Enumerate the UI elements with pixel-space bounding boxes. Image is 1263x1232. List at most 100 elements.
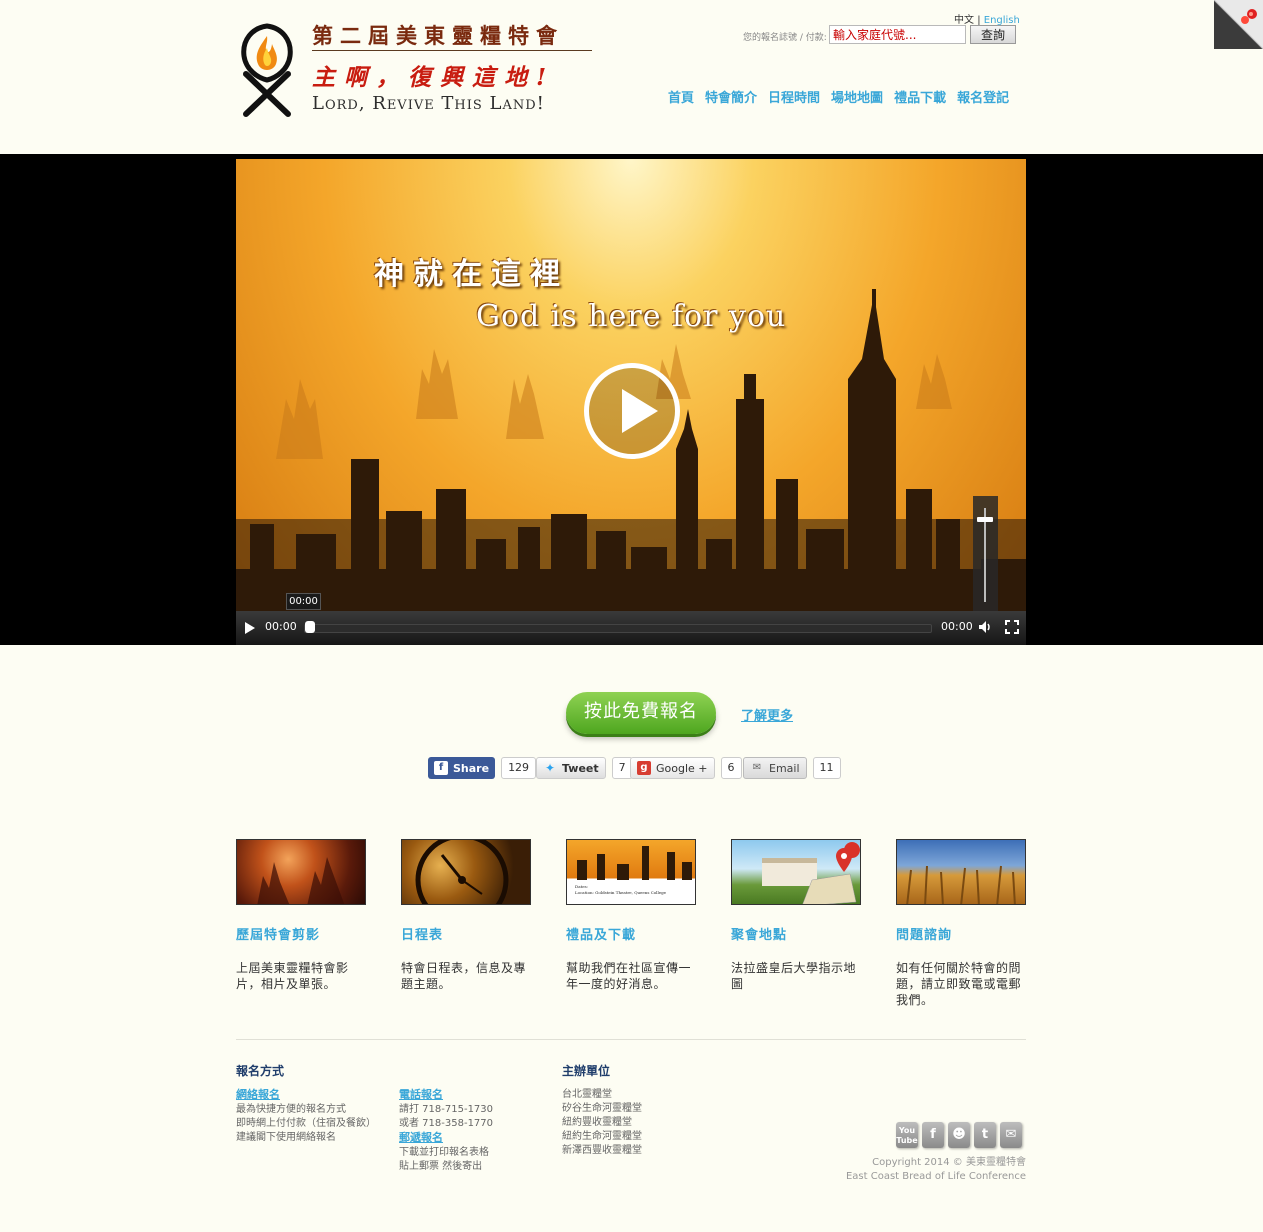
progress-handle[interactable] — [305, 621, 315, 633]
email-share-button[interactable]: ✉ Email — [743, 757, 807, 779]
facebook-share: f Share 129 — [428, 757, 537, 779]
google-plus-count: 6 — [720, 757, 742, 779]
feature-downloads: Dates: Location: Goldstein Theatre, Quee… — [566, 839, 696, 992]
volume-track — [984, 508, 986, 602]
feature-schedule: 日程表 特會日程表，信息及專題主題。 — [401, 839, 531, 992]
feature-description: 法拉盛皇后大學指示地圖 — [731, 961, 857, 991]
feature-description: 幫助我們在社區宣傳一年一度的好消息。 — [566, 961, 692, 991]
organizers-list: 台北靈糧堂 矽谷生命河靈糧堂 紐約豐收靈糧堂 紐約生命河靈糧堂 新澤西豐收靈糧堂 — [562, 1088, 642, 1158]
family-code-input[interactable] — [829, 25, 966, 44]
google-plus-button[interactable]: g Google + — [630, 757, 715, 779]
phone-line: 請打 718-715-1730 — [399, 1104, 494, 1115]
logo-title: 第二屆美東靈糧特會 — [312, 23, 564, 48]
nav-downloads[interactable]: 禮品下載 — [894, 87, 946, 106]
organizer-item: 新澤西豐收靈糧堂 — [562, 1145, 642, 1156]
feature-past-conferences: 歷屆特會剪影 上屆美東靈糧特會影片，相片及單張。 — [236, 839, 366, 992]
tweet-button[interactable]: ✦ Tweet — [536, 757, 606, 779]
social-links: You Tube f ☻ t ✉ — [896, 1122, 1022, 1148]
conference-logo[interactable]: 第二屆美東靈糧特會 主啊，復興這地! Lord, Revive This Lan… — [238, 20, 598, 120]
online-registration-link[interactable]: 網絡報名 — [236, 1088, 280, 1101]
feature-description: 特會日程表，信息及專題主題。 — [401, 961, 527, 991]
nav-home[interactable]: 首頁 — [668, 87, 694, 106]
organization-english-name: East Coast Bread of Life Conference — [845, 1171, 1026, 1182]
feature-title[interactable]: 禮品及下載 — [566, 924, 696, 943]
feature-venue: 聚會地點 法拉盛皇后大學指示地圖 — [731, 839, 861, 992]
poster-thumbnail[interactable]: Dates: Location: Goldstein Theatre, Quee… — [566, 839, 696, 905]
feature-title[interactable]: 聚會地點 — [731, 924, 861, 943]
duration-time: 00:00 — [941, 620, 973, 633]
online-line: 最為快捷方便的報名方式 — [236, 1104, 346, 1115]
current-time: 00:00 — [265, 620, 297, 633]
nav-venue-map[interactable]: 場地地圖 — [831, 87, 883, 106]
tweet-label: Tweet — [562, 761, 599, 775]
facebook-share-button[interactable]: f Share — [428, 757, 496, 779]
online-line: 即時網上付付款（住宿及餐飲） — [236, 1118, 376, 1129]
organizers-heading: 主辦單位 — [562, 1064, 611, 1078]
phone-line: 或者 718-358-1770 — [399, 1118, 494, 1129]
lookup-button[interactable]: 查詢 — [970, 25, 1016, 44]
google-plus-icon: g — [637, 761, 651, 775]
free-register-button[interactable]: 按此免費報名 — [566, 692, 716, 734]
poster-location: Location: Goldstein Theatre, Queens Coll… — [575, 890, 667, 895]
facebook-share-label: Share — [453, 761, 490, 775]
feature-title[interactable]: 日程表 — [401, 924, 531, 943]
feature-title[interactable]: 歷屆特會剪影 — [236, 924, 366, 943]
mail-line: 下載並打印報名表格 — [399, 1147, 489, 1158]
feature-grid: 歷屆特會剪影 上屆美東靈糧特會影片，相片及單張。 日程表 特會日程表，信息及專題… — [236, 839, 1026, 1019]
online-registration: 網絡報名 最為快捷方便的報名方式 即時網上付付款（住宿及餐飲） 建議閣下使用網絡… — [236, 1088, 376, 1145]
envelope-icon: ✉ — [752, 762, 762, 773]
volume-slider[interactable] — [973, 496, 998, 614]
clock-thumbnail[interactable] — [401, 839, 531, 905]
twitter-bird-icon: ✦ — [544, 761, 556, 775]
myspace-icon[interactable]: ☻ — [948, 1122, 970, 1148]
organizer-item: 紐約生命河靈糧堂 — [562, 1131, 642, 1142]
video-controls: 00:00 00:00 00:00 — [236, 593, 1026, 645]
organizer-item: 矽谷生命河靈糧堂 — [562, 1103, 642, 1114]
email-share: ✉ Email 11 — [743, 757, 841, 779]
registration-lookup-label: 您的報名誌號 / 付款: — [743, 33, 827, 43]
online-line: 建議閣下使用網絡報名 — [236, 1132, 336, 1143]
copyright: Copyright 2014 © 美東靈糧特會 East Coast Bread… — [846, 1156, 1026, 1184]
phone-mail-registration: 電話報名 請打 718-715-1730 或者 718-358-1770 郵遞報… — [399, 1088, 493, 1174]
promo-video-player[interactable]: 神就在這裡 God is here for you 00:00 00:00 00… — [236, 159, 1026, 645]
campus-map-thumbnail[interactable] — [731, 839, 861, 905]
volume-handle[interactable] — [977, 517, 993, 523]
time-tooltip: 00:00 — [286, 593, 321, 610]
email-icon[interactable]: ✉ — [1000, 1122, 1022, 1148]
phone-registration-link[interactable]: 電話報名 — [399, 1088, 443, 1101]
twitter-icon[interactable]: t — [974, 1122, 996, 1148]
main-nav: 首頁 特會簡介 日程時間 場地地圖 禮品下載 報名登記 — [668, 87, 1009, 106]
feature-title[interactable]: 問題諮詢 — [896, 924, 1026, 943]
nav-register[interactable]: 報名登記 — [957, 87, 1009, 106]
wheat-field-thumbnail[interactable] — [896, 839, 1026, 905]
play-icon[interactable] — [245, 622, 255, 634]
feature-description: 如有任何關於特會的問題，請立即致電或電郵我們。 — [896, 961, 1022, 1007]
site-header: 第二屆美東靈糧特會 主啊，復興這地! Lord, Revive This Lan… — [0, 0, 1263, 154]
big-play-button[interactable] — [584, 363, 680, 459]
copyright-text: Copyright 2014 © 美東靈糧特會 — [872, 1157, 1026, 1168]
twitter-share: ✦ Tweet 7 — [536, 757, 633, 779]
feature-inquiries: 問題諮詢 如有任何關於特會的問題，請立即致電或電郵我們。 — [896, 839, 1026, 1008]
organizer-item: 台北靈糧堂 — [562, 1089, 612, 1100]
email-share-count: 11 — [812, 757, 841, 779]
video-section: 神就在這裡 God is here for you 00:00 00:00 00… — [0, 154, 1263, 645]
nav-about[interactable]: 特會簡介 — [705, 87, 757, 106]
volume-icon[interactable] — [978, 620, 992, 634]
learn-more-link[interactable]: 了解更多 — [741, 705, 793, 724]
facebook-share-count: 129 — [501, 757, 537, 779]
video-caption-chinese: 神就在這裡 — [374, 257, 569, 292]
facebook-icon[interactable]: f — [922, 1122, 944, 1148]
language-switcher: 中文 | English — [954, 11, 1020, 26]
google-plus-label: Google + — [656, 761, 708, 775]
page-peel-pin-icon[interactable] — [1214, 0, 1263, 49]
worship-crowd-thumbnail[interactable] — [236, 839, 366, 905]
fullscreen-icon[interactable] — [1005, 620, 1019, 634]
nav-schedule[interactable]: 日程時間 — [768, 87, 820, 106]
footer-divider — [236, 1039, 1026, 1040]
mail-registration-link[interactable]: 郵遞報名 — [399, 1131, 443, 1144]
registration-methods-heading: 報名方式 — [236, 1064, 285, 1078]
poster-details: Dates: Location: Goldstein Theatre, Quee… — [575, 884, 666, 896]
progress-track[interactable] — [304, 624, 932, 633]
logo-divider — [312, 50, 592, 51]
youtube-icon[interactable]: You Tube — [896, 1122, 918, 1148]
